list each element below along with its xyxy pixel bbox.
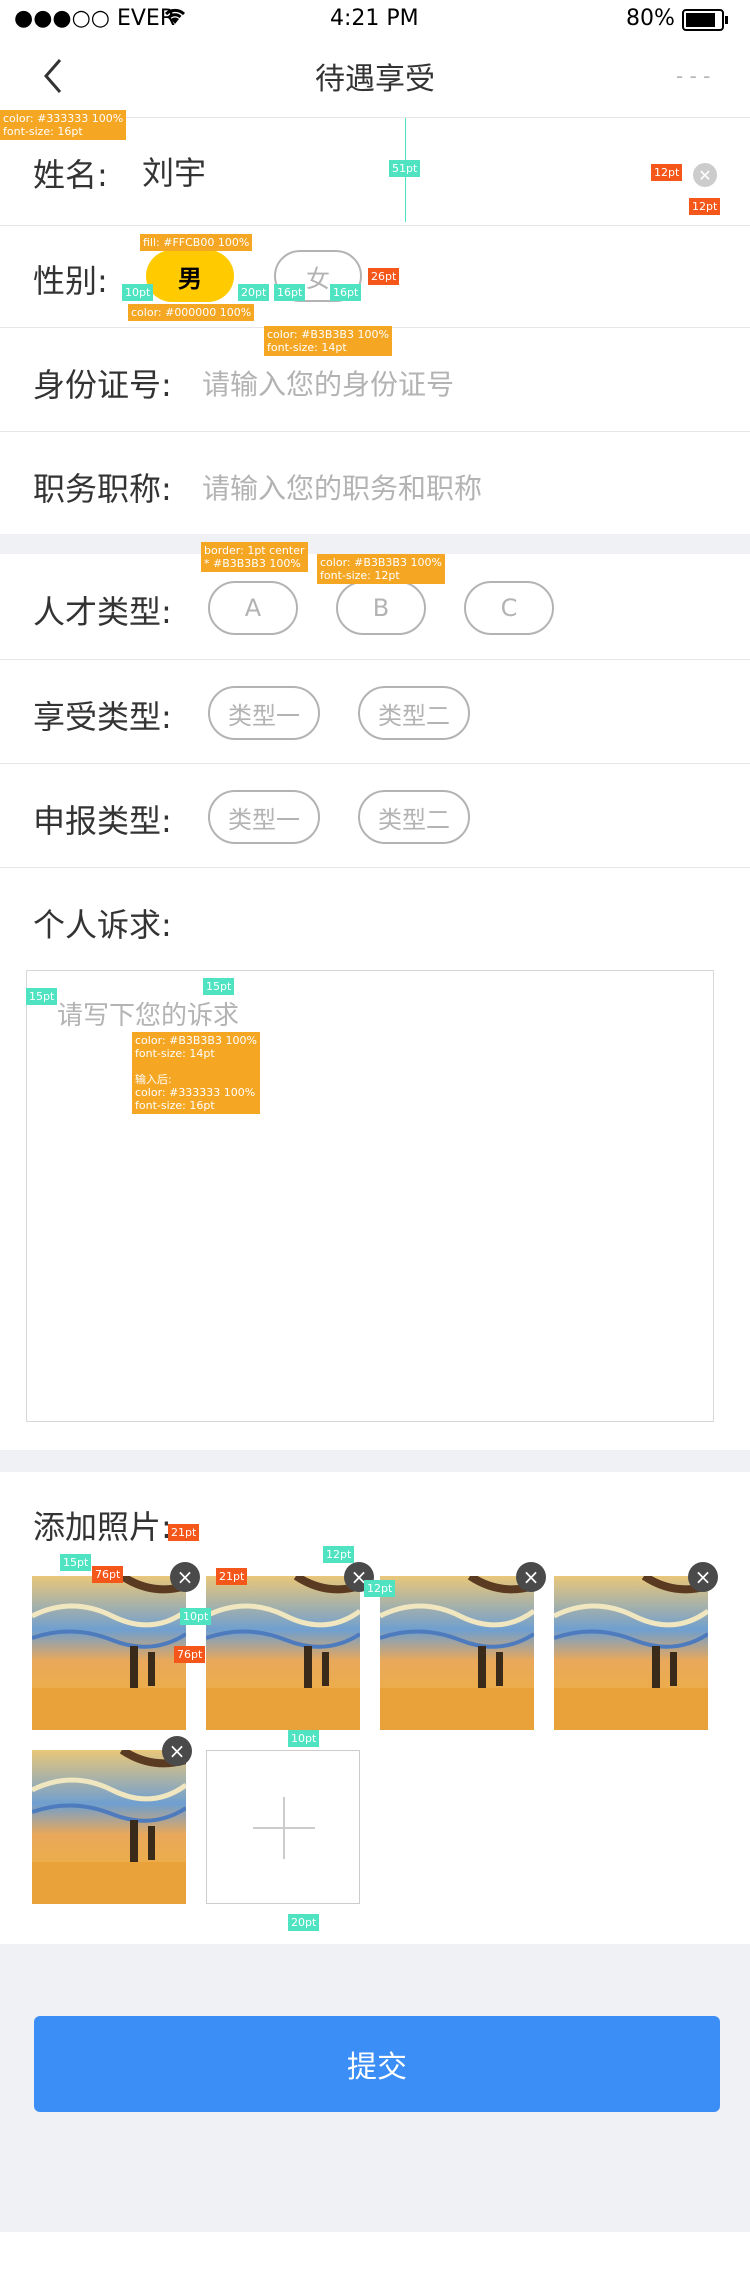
annotation-photo-top: 15pt [60,1554,92,1571]
name-label: 姓名: [33,156,108,194]
add-photo-button[interactable] [206,1750,360,1904]
report-row: 申报类型: 类型一 类型二 [0,764,750,868]
gender-male-button[interactable]: 男 [146,250,234,302]
delete-photo-icon[interactable]: × [162,1736,192,1766]
submit-button[interactable]: 提交 [34,2016,720,2112]
photo-thumb[interactable] [554,1576,708,1730]
talent-option-b[interactable]: B [336,581,426,635]
annotation-del-size: 21pt [168,1524,200,1541]
annotation-bottom-gap: 20pt [288,1914,320,1931]
name-input[interactable]: 刘宇 [142,148,206,194]
annotation-clear-margin: 12pt [689,198,721,215]
annotation-textarea-style: color: #B3B3B3 100% font-size: 14pt 输入后:… [132,1032,260,1114]
photo-thumb[interactable] [32,1750,186,1904]
photo-thumb[interactable] [206,1576,360,1730]
wifi-icon [162,6,188,32]
annotation-gender-h: 26pt [368,268,400,285]
annotation-pill-text: color: #B3B3B3 100% font-size: 12pt [317,554,445,584]
annotation-row-gap: 10pt [288,1730,320,1747]
gender-label: 性别: [33,262,108,300]
annotation-pill-border: border: 1pt center * #B3B3B3 100% [201,542,308,572]
status-bar: ●●●○○ EVER 4:21 PM 80% [0,0,750,40]
annotation-textarea-top: 15pt [203,978,235,995]
annotation-row-height: 51pt [389,160,421,177]
annotation-gender-color: color: #000000 100% [128,304,255,321]
nav-bar: 待遇享受 - - - [0,40,750,118]
more-icon[interactable]: - - - [676,64,710,88]
id-label: 身份证号: [33,366,172,404]
annotation-del-size-2: 21pt [216,1568,248,1585]
delete-photo-icon[interactable]: × [170,1562,200,1592]
annotation-clear-size: 12pt [651,164,683,181]
report-option-1[interactable]: 类型一 [208,790,320,844]
battery-icon [682,9,730,37]
battery-percent: 80% [626,6,675,31]
enjoy-label: 享受类型: [33,698,172,736]
annotation-gender-w2: 16pt [330,284,362,301]
photo-thumb[interactable] [380,1576,534,1730]
title-row: 职务职称: 请输入您的职务和职称 [0,432,750,534]
annotation-name-style: color: #333333 100% font-size: 16pt [0,110,127,140]
carrier-label: ●●●○○ EVER [14,6,176,31]
annotation-gender-pad: 10pt [122,284,154,301]
id-input[interactable]: 请输入您的身份证号 [202,363,454,403]
annotation-gender-w1: 16pt [274,284,306,301]
photo-thumb[interactable] [32,1576,186,1730]
talent-option-a[interactable]: A [208,581,298,635]
clear-icon[interactable]: ✕ [693,163,717,187]
appeal-textarea[interactable]: 请写下您的诉求 [26,970,714,1422]
annotation-photo-w: 76pt [92,1566,124,1583]
annotation-photo-gap: 10pt [180,1608,212,1625]
enjoy-row: 享受类型: 类型一 类型二 [0,660,750,764]
photo-label: 添加照片: [33,1508,172,1546]
plus-icon [253,1797,315,1859]
section-divider [0,534,750,554]
appeal-label: 个人诉求: [33,906,172,944]
talent-option-c[interactable]: C [464,581,554,635]
annotation-placeholder-style: color: #B3B3B3 100% font-size: 14pt [264,326,392,356]
title-input[interactable]: 请输入您的职务和职称 [202,467,482,507]
annotation-gender-fill: fill: #FFCB00 100% [140,234,253,251]
title-label: 职务职称: [33,470,172,508]
annotation-photo-h: 76pt [174,1646,206,1663]
annotation-del-pos-2: 12pt [364,1580,396,1597]
page-title: 待遇享受 [315,62,435,97]
appeal-placeholder: 请写下您的诉求 [57,1001,240,1031]
enjoy-option-1[interactable]: 类型一 [208,686,320,740]
delete-photo-icon[interactable]: × [688,1562,718,1592]
delete-photo-icon[interactable]: × [516,1562,546,1592]
report-option-2[interactable]: 类型二 [358,790,470,844]
annotation-textarea-left: 15pt [26,988,58,1005]
report-label: 申报类型: [33,802,172,840]
enjoy-option-2[interactable]: 类型二 [358,686,470,740]
annotation-gender-gap: 20pt [238,284,270,301]
clock: 4:21 PM [330,6,419,31]
annotation-del-pos-1: 12pt [323,1546,355,1563]
talent-label: 人才类型: [33,593,172,631]
section-divider-2 [0,1450,750,1472]
